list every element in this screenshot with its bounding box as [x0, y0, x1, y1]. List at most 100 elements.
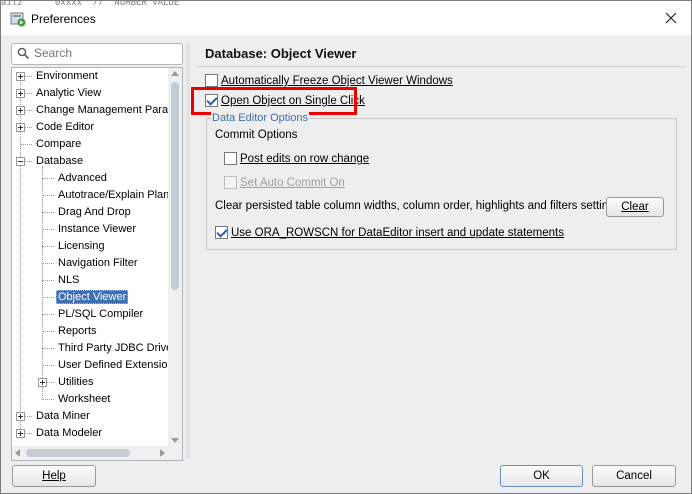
post-edits-label-text: Post edits on row change: [240, 153, 370, 165]
tree-guide-line: [42, 348, 54, 349]
tree-item[interactable]: Licensing: [56, 238, 106, 255]
clear-settings-text: Clear persisted table column widths, col…: [215, 200, 621, 212]
tree-item-label: NLS: [58, 274, 80, 286]
tree-item[interactable]: Reports: [56, 323, 99, 340]
scroll-left-arrow-icon[interactable]: [15, 449, 20, 457]
expand-plus-icon[interactable]: [16, 412, 25, 421]
tree-item[interactable]: Environment: [34, 68, 100, 85]
tree-item-label: Autotrace/Explain Plan: [58, 189, 168, 201]
auto-commit-label-text: Set Auto Commit On: [240, 177, 345, 189]
tree-item-label: Third Party JDBC Driver: [58, 342, 168, 354]
tree-item-label: Utilities: [58, 376, 94, 388]
preferences-dialog: ailz 0xxxx // NUMBER VALUE Preferences E…: [0, 0, 692, 494]
title-divider: [197, 66, 685, 67]
search-input[interactable]: [34, 46, 174, 60]
post-edits-label[interactable]: Post edits on row change: [240, 151, 369, 167]
tree-item[interactable]: Drag And Drop: [56, 204, 133, 221]
tree-item[interactable]: Third Party JDBC Driver: [56, 340, 168, 357]
tree-item[interactable]: Worksheet: [56, 391, 112, 408]
tree-item[interactable]: Object Viewer: [56, 289, 129, 306]
tree-guide-line: [42, 263, 54, 264]
window-title: Preferences: [31, 12, 96, 26]
tree-item[interactable]: Change Management Paran: [34, 102, 168, 119]
search-box[interactable]: [11, 43, 183, 65]
expand-plus-icon[interactable]: [38, 378, 47, 387]
tree-guide-line: [42, 195, 54, 196]
tree-item[interactable]: Code Editor: [34, 119, 96, 136]
tree-horizontal-scrollbar[interactable]: [12, 446, 168, 460]
tree-item[interactable]: Navigation Filter: [56, 255, 139, 272]
tree-item-label: Code Editor: [36, 121, 95, 133]
tree-item-label: Database: [36, 155, 84, 167]
tree-guide-line: [42, 178, 54, 179]
tree-item-label: Analytic View: [36, 87, 102, 99]
expand-plus-icon[interactable]: [16, 429, 25, 438]
pane-splitter[interactable]: [186, 43, 190, 459]
tree-item[interactable]: NLS: [56, 272, 81, 289]
horizontal-scroll-thumb[interactable]: [26, 449, 130, 457]
cancel-button-label: Cancel: [616, 470, 652, 482]
cancel-button[interactable]: Cancel: [592, 465, 676, 487]
tree-item-label: Advanced: [58, 172, 107, 184]
tree-guide-line: [20, 144, 32, 145]
ora-rowscn-label-text: Use ORA_ROWSCN for DataEditor insert and…: [231, 227, 565, 239]
tree-item-label: Environment: [36, 70, 98, 82]
clear-button-label: Clear: [621, 201, 649, 213]
tree-guide-line: [42, 229, 54, 230]
ok-button[interactable]: OK: [500, 465, 583, 487]
tree-item-label: Licensing: [58, 240, 105, 252]
expand-plus-icon[interactable]: [16, 72, 25, 81]
tree-item-label: User Defined Extension: [58, 359, 168, 371]
search-icon: [17, 47, 30, 60]
tree-guide-line: [42, 297, 54, 298]
tree-item[interactable]: Utilities: [56, 374, 95, 391]
tree-item[interactable]: PL/SQL Compiler: [56, 306, 145, 323]
auto-freeze-label-text: Automatically Freeze Object Viewer Windo…: [221, 75, 453, 87]
scroll-down-arrow-icon[interactable]: [171, 438, 179, 443]
tree-item-label: PL/SQL Compiler: [58, 308, 144, 320]
tree-item-label: Navigation Filter: [58, 257, 138, 269]
tree-item-label: Object Viewer: [56, 290, 129, 304]
scroll-right-arrow-icon[interactable]: [160, 449, 165, 457]
tree-item[interactable]: Analytic View: [34, 85, 103, 102]
auto-commit-checkbox: [224, 176, 237, 189]
vertical-scroll-thumb[interactable]: [171, 82, 179, 290]
scroll-up-arrow-icon[interactable]: [171, 71, 179, 76]
help-button[interactable]: Help: [12, 465, 96, 487]
post-edits-checkbox[interactable]: [224, 152, 237, 165]
title-bar: Preferences: [1, 5, 691, 33]
tree-guide-line: [42, 399, 54, 400]
tree-item[interactable]: Compare: [34, 136, 83, 153]
close-icon[interactable]: [663, 10, 679, 26]
preferences-app-icon: [10, 12, 26, 27]
tree-item[interactable]: Data Modeler: [34, 425, 104, 442]
auto-freeze-checkbox[interactable]: [205, 74, 218, 87]
ok-button-label: OK: [533, 470, 550, 482]
tree-guide-line: [42, 246, 54, 247]
preferences-tree: Environment Analytic View Change Managemen…: [11, 67, 183, 461]
tree-viewport: Environment Analytic View Change Managemen…: [12, 68, 168, 446]
collapse-minus-icon[interactable]: [16, 157, 25, 166]
ora-rowscn-label[interactable]: Use ORA_ROWSCN for DataEditor insert and…: [231, 225, 564, 241]
tree-item[interactable]: User Defined Extension: [56, 357, 168, 374]
expand-plus-icon[interactable]: [16, 106, 25, 115]
clear-button[interactable]: Clear: [606, 197, 664, 217]
auto-commit-label: Set Auto Commit On: [240, 175, 345, 191]
expand-plus-icon[interactable]: [16, 123, 25, 132]
tree-vertical-scrollbar[interactable]: [168, 68, 182, 446]
tree-item[interactable]: Database: [34, 153, 85, 170]
tree-item[interactable]: Advanced: [56, 170, 109, 187]
tree-item-label: Compare: [36, 138, 82, 150]
tree-item[interactable]: Data Miner: [34, 408, 92, 425]
page-title: Database: Object Viewer: [205, 46, 357, 61]
tree-item-label: Instance Viewer: [58, 223, 137, 235]
data-editor-options-legend: Data Editor Options: [211, 112, 309, 124]
tree-item[interactable]: Autotrace/Explain Plan: [56, 187, 168, 204]
dialog-content: Environment Analytic View Change Managemen…: [1, 35, 691, 493]
tree-item[interactable]: Instance Viewer: [56, 221, 138, 238]
annotation-highlight-box: [191, 87, 357, 115]
ora-rowscn-checkbox[interactable]: [215, 226, 228, 239]
expand-plus-icon[interactable]: [16, 89, 25, 98]
tree-guide-line: [42, 365, 54, 366]
scrollbar-corner: [168, 446, 182, 460]
